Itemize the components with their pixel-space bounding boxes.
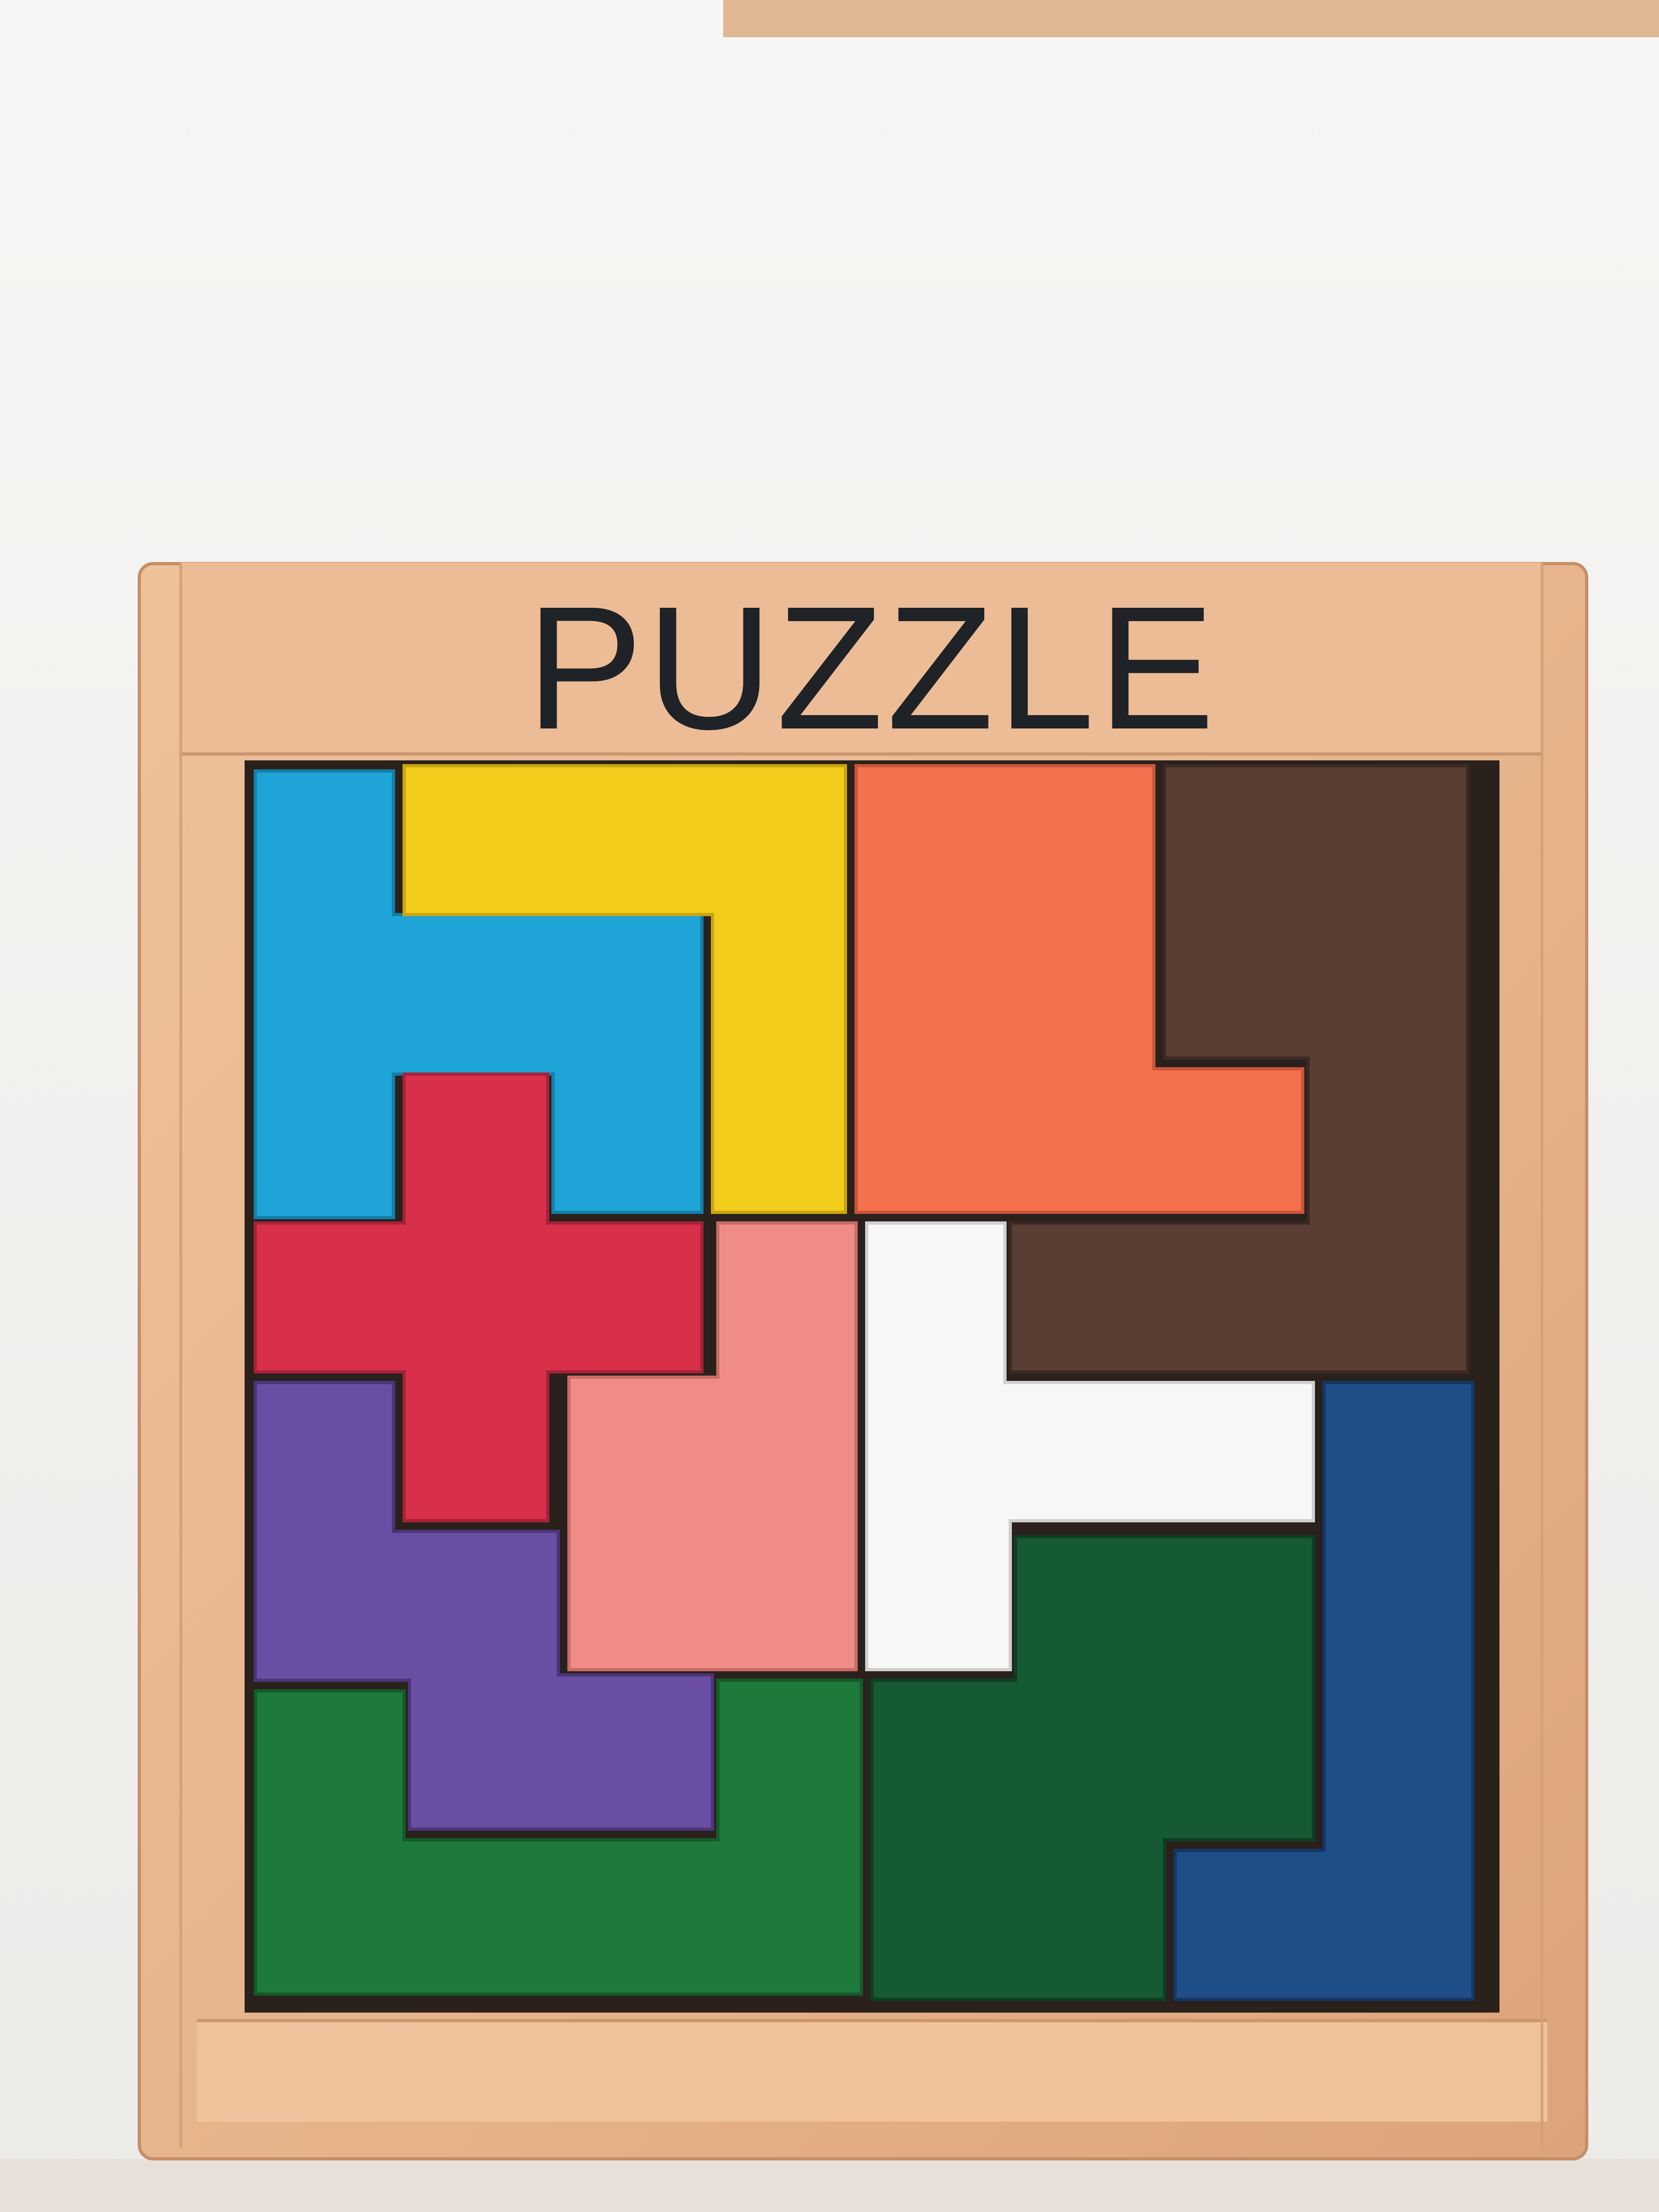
tray-title: PUZZLE — [526, 569, 1218, 766]
bottom-plank — [197, 2021, 1547, 2122]
puzzle-photo: PUZZLE — [0, 0, 1659, 2212]
bottom-edge — [0, 2159, 1659, 2212]
photo-scene: PUZZLE — [0, 0, 1659, 2212]
background-object — [723, 0, 1659, 37]
